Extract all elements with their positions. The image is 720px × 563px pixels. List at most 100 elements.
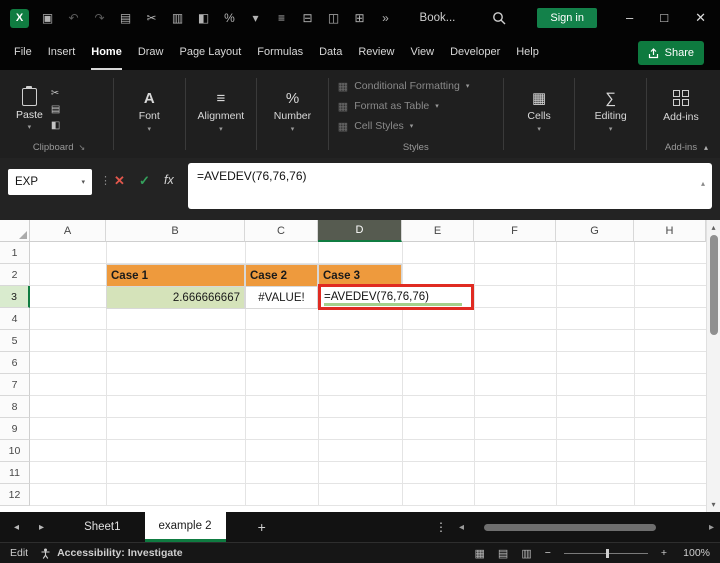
row-header-4[interactable]: 4 (0, 308, 30, 330)
new-sheet-button[interactable]: + (258, 512, 266, 542)
cell-styles-button[interactable]: ▦ Cell Styles ▾ (338, 120, 500, 133)
enter-entry-button[interactable]: ✓ (139, 173, 150, 189)
scroll-up-icon[interactable]: ▴ (707, 223, 720, 232)
tab-file[interactable]: File (14, 36, 32, 70)
cell-b3[interactable]: 2.666666667 (106, 286, 245, 309)
sheet-tab-example-2[interactable]: example 2 (145, 512, 226, 542)
zoom-slider[interactable] (564, 548, 648, 559)
cell-area[interactable]: Case 1 Case 2 Case 3 2.666666667 #VALUE!… (30, 242, 706, 506)
column-header-c[interactable]: C (245, 220, 318, 242)
conditional-formatting-button[interactable]: ▦ Conditional Formatting ▾ (338, 80, 500, 93)
close-button[interactable]: ✕ (695, 10, 706, 26)
editing-group-button[interactable]: ∑ Editing ▾ (578, 70, 643, 158)
column-header-d[interactable]: D (318, 220, 402, 242)
font-group-button[interactable]: A Font ▾ (117, 70, 182, 158)
vertical-scrollbar[interactable]: ▴ ▾ (706, 220, 720, 512)
tab-formulas[interactable]: Formulas (257, 36, 303, 70)
tab-page-layout[interactable]: Page Layout (179, 36, 241, 70)
cells-group-button[interactable]: ▦ Cells ▾ (507, 70, 572, 158)
horizontal-scrollbar-thumb[interactable] (484, 524, 656, 531)
save-icon[interactable]: ▣ (40, 11, 55, 25)
row-header-11[interactable]: 11 (0, 462, 30, 484)
column-header-a[interactable]: A (30, 220, 106, 242)
scroll-right-icon[interactable]: ▸ (709, 522, 714, 533)
prev-sheet-icon[interactable]: ◂ (14, 522, 19, 533)
zoom-out-button[interactable]: − (545, 547, 551, 559)
tab-help[interactable]: Help (516, 36, 539, 70)
tab-home[interactable]: Home (91, 36, 122, 70)
column-header-f[interactable]: F (474, 220, 556, 242)
column-header-e[interactable]: E (402, 220, 474, 242)
alignment-group-button[interactable]: ≡ Alignment ▾ (189, 70, 254, 158)
tab-developer[interactable]: Developer (450, 36, 500, 70)
sign-in-button[interactable]: Sign in (537, 8, 597, 28)
maximize-button[interactable]: □ (660, 10, 668, 26)
redo-icon[interactable]: ↷ (92, 11, 107, 25)
next-sheet-icon[interactable]: ▸ (39, 522, 44, 533)
cut-icon[interactable]: ✂ (144, 11, 159, 25)
scroll-down-icon[interactable]: ▾ (707, 500, 720, 509)
row-header-2[interactable]: 2 (0, 264, 30, 286)
copy-button[interactable]: ▤ (51, 104, 60, 115)
clipboard-icon[interactable]: ▤ (118, 11, 133, 25)
collapse-ribbon-icon[interactable]: ▴ (704, 143, 708, 152)
search-icon[interactable] (492, 11, 506, 25)
clipboard-dialog-launcher-icon[interactable]: ↘ (78, 143, 85, 152)
cell-c2[interactable]: Case 2 (245, 264, 318, 287)
share-button[interactable]: Share (638, 41, 704, 65)
camera-icon[interactable]: ◫ (326, 11, 341, 25)
excel-logo-icon[interactable]: X (10, 9, 29, 28)
zoom-level[interactable]: 100% (680, 547, 710, 559)
tab-insert[interactable]: Insert (48, 36, 76, 70)
undo-icon[interactable]: ↶ (66, 11, 81, 25)
scroll-left-icon[interactable]: ◂ (459, 522, 464, 533)
document-icon[interactable]: ≡ (274, 11, 289, 25)
sheet-tab-sheet1[interactable]: Sheet1 (70, 512, 134, 542)
column-header-h[interactable]: H (634, 220, 706, 242)
table-icon[interactable]: ⊞ (352, 11, 367, 25)
cell-c3[interactable]: #VALUE! (245, 286, 318, 309)
row-header-5[interactable]: 5 (0, 330, 30, 352)
row-header-12[interactable]: 12 (0, 484, 30, 506)
more-commands-icon[interactable]: » (378, 11, 393, 25)
format-painter-button[interactable]: ◧ (51, 120, 60, 131)
addins-button[interactable]: Add-ins (650, 70, 712, 142)
minimize-button[interactable]: – (626, 10, 633, 26)
name-box[interactable]: EXP ▾ (8, 169, 92, 195)
horizontal-scrollbar[interactable]: ◂ ▸ (459, 512, 714, 542)
cell-b2[interactable]: Case 1 (106, 264, 245, 287)
vertical-scrollbar-thumb[interactable] (710, 235, 718, 335)
collapse-formula-bar-icon[interactable]: ▴ (701, 179, 705, 188)
cancel-entry-button[interactable]: ✕ (114, 173, 125, 189)
merge-icon[interactable]: ⊟ (300, 11, 315, 25)
zoom-slider-thumb[interactable] (606, 549, 609, 558)
row-header-8[interactable]: 8 (0, 396, 30, 418)
page-break-view-icon[interactable]: ▥ (521, 547, 531, 560)
format-as-table-button[interactable]: ▦ Format as Table ▾ (338, 100, 500, 113)
tab-review[interactable]: Review (358, 36, 394, 70)
number-group-button[interactable]: % Number ▾ (260, 70, 325, 158)
picture-icon[interactable]: ▥ (170, 11, 185, 25)
percent-icon[interactable]: % (222, 11, 237, 25)
row-header-10[interactable]: 10 (0, 440, 30, 462)
row-header-7[interactable]: 7 (0, 374, 30, 396)
paste-button[interactable]: Paste ▾ (16, 88, 43, 131)
page-layout-view-icon[interactable]: ▤ (498, 547, 508, 560)
row-header-6[interactable]: 6 (0, 352, 30, 374)
insert-function-button[interactable]: fx (164, 173, 174, 187)
row-header-1[interactable]: 1 (0, 242, 30, 264)
select-all-corner[interactable] (0, 220, 30, 242)
format-painter-icon[interactable]: ◧ (196, 11, 211, 25)
column-header-b[interactable]: B (106, 220, 245, 242)
formula-input[interactable]: =AVEDEV(76,76,76) ▴ (188, 163, 712, 209)
tab-data[interactable]: Data (319, 36, 342, 70)
tab-view[interactable]: View (410, 36, 434, 70)
tab-draw[interactable]: Draw (138, 36, 164, 70)
column-header-g[interactable]: G (556, 220, 634, 242)
normal-view-icon[interactable]: ▦ (475, 547, 485, 560)
chevron-down-icon[interactable]: ▾ (248, 11, 263, 25)
cut-button[interactable]: ✂ (51, 88, 60, 99)
accessibility-checker-button[interactable]: Accessibility: Investigate (40, 547, 182, 559)
row-header-9[interactable]: 9 (0, 418, 30, 440)
name-box-caret-icon[interactable]: ▾ (81, 179, 85, 186)
